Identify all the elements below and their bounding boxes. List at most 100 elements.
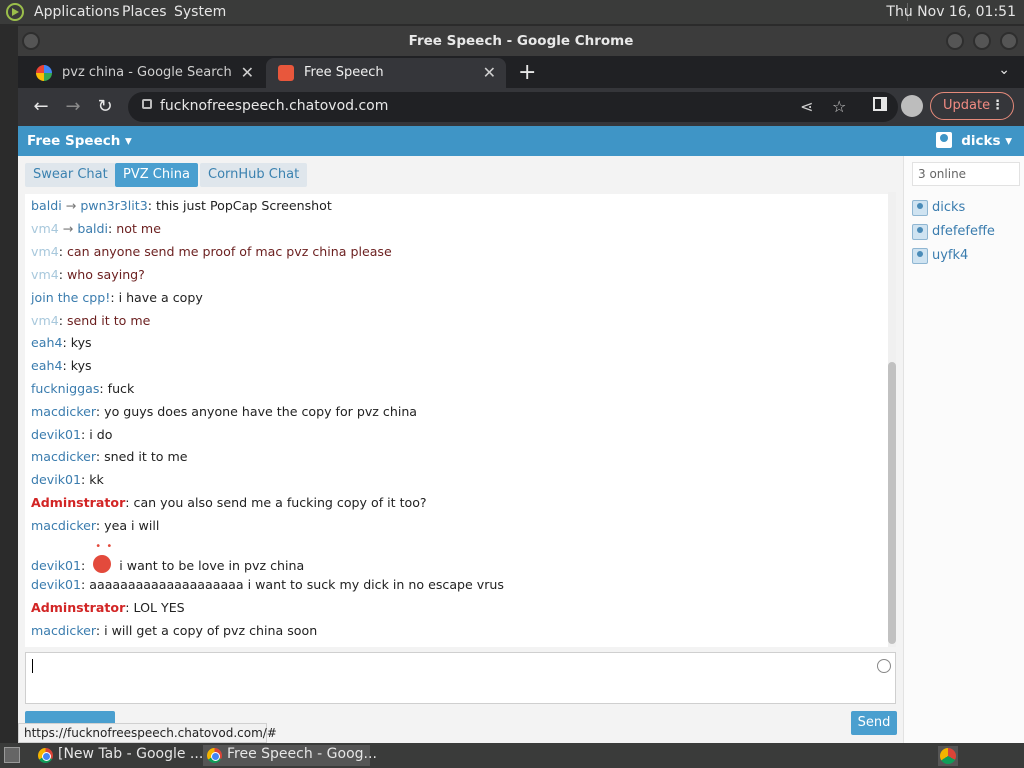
message: macdicker: i will get a copy of pvz chin… <box>31 623 318 638</box>
message-author[interactable]: devik01 <box>31 427 81 442</box>
message-author[interactable]: eah4 <box>31 335 62 350</box>
panel-clock[interactable]: Thu Nov 16, 01:51 <box>886 4 1016 20</box>
close-tab-icon[interactable]: ✕ <box>241 63 254 82</box>
new-tab-icon[interactable]: + <box>518 60 536 85</box>
tab-search-chevron-icon[interactable]: ⌄ <box>998 62 1010 78</box>
link-status-bubble: https://fucknofreespeech.chatovod.com/# <box>18 723 277 743</box>
tray-chrome-icon[interactable] <box>938 746 958 766</box>
message: baldi → pwn3r3lit3: this just PopCap Scr… <box>31 198 332 213</box>
message-author[interactable]: fuckniggas <box>31 381 99 396</box>
message-text: LOL YES <box>133 600 185 615</box>
update-label: Update <box>943 98 991 113</box>
side-panel-icon[interactable] <box>873 97 887 111</box>
close-window-icon[interactable] <box>1000 32 1018 50</box>
taskbar-item-free-speech[interactable]: Free Speech - Goog... <box>203 745 377 766</box>
text-caret <box>32 659 33 673</box>
message-author[interactable]: vm4 <box>31 221 59 236</box>
message-author[interactable]: macdicker <box>31 404 96 419</box>
update-button[interactable]: Update ⋮ <box>930 92 1014 120</box>
message: vm4 → baldi: not me <box>31 221 161 236</box>
window-menu-icon[interactable] <box>22 32 40 50</box>
message-recipient[interactable]: pwn3r3lit3 <box>80 198 147 213</box>
window-title: Free Speech - Google Chrome <box>408 33 634 49</box>
minimize-icon[interactable] <box>946 32 964 50</box>
message-author[interactable]: devik01 <box>31 558 81 573</box>
message-text: this just PopCap Screenshot <box>156 198 332 213</box>
forward-arrow-icon[interactable]: → <box>62 96 84 117</box>
message-author[interactable]: baldi <box>31 198 62 213</box>
message-author[interactable]: devik01 <box>31 472 81 487</box>
message-text: i want to be love in pvz china <box>119 558 305 573</box>
scrollbar-thumb[interactable] <box>888 362 896 644</box>
back-arrow-icon[interactable]: ← <box>30 96 52 117</box>
message: fuckniggas: fuck <box>31 381 135 396</box>
message: macdicker: yo guys does anyone have the … <box>31 404 418 419</box>
kebab-menu-icon[interactable]: ⋮ <box>991 93 1004 119</box>
message: devik01: i want to be love in pvz china <box>31 541 305 573</box>
message: join the cpp!: i have a copy <box>31 290 203 305</box>
site-brand-menu[interactable]: Free Speech ▾ <box>27 133 132 149</box>
google-icon <box>36 65 52 81</box>
chatovod-icon <box>278 65 294 81</box>
address-url[interactable]: fucknofreespeech.chatovod.com <box>160 98 388 114</box>
close-tab-icon[interactable]: ✕ <box>483 63 496 82</box>
arrow-icon: → <box>65 198 77 213</box>
room-tab-cornhub-chat[interactable]: CornHub Chat <box>200 163 308 187</box>
message-author[interactable]: eah4 <box>31 358 62 373</box>
room-tab-swear-chat[interactable]: Swear Chat <box>25 163 116 187</box>
maximize-icon[interactable] <box>973 32 991 50</box>
reload-icon[interactable]: ↻ <box>94 96 116 117</box>
tab-free-speech[interactable]: Free Speech ✕ <box>266 58 506 88</box>
message-author[interactable]: Adminstrator <box>31 600 125 615</box>
menu-places[interactable]: Places <box>122 4 167 20</box>
message-text: fuck <box>107 381 135 396</box>
message-text: yo guys does anyone have the copy for pv… <box>104 404 418 419</box>
profile-avatar-icon[interactable] <box>901 95 923 117</box>
menu-system[interactable]: System <box>174 4 226 20</box>
taskbar-item-new-tab[interactable]: [New Tab - Google ... <box>34 745 203 766</box>
message-author[interactable]: vm4 <box>31 267 59 282</box>
share-icon[interactable]: ⋖ <box>800 97 813 116</box>
message-author[interactable]: macdicker <box>31 449 96 464</box>
message-author[interactable]: vm4 <box>31 244 59 259</box>
user-menu[interactable]: dicks ▾ <box>961 133 1012 149</box>
message-recipient[interactable]: baldi <box>77 221 108 236</box>
user-name[interactable]: dfefefeffe <box>932 224 995 239</box>
message-author[interactable]: Adminstrator <box>31 495 125 510</box>
message-author[interactable]: devik01 <box>31 577 81 592</box>
message: devik01: kk <box>31 472 104 487</box>
message-text: can anyone send me proof of mac pvz chin… <box>66 244 392 259</box>
show-desktop-icon[interactable] <box>4 747 20 763</box>
user-name[interactable]: dicks <box>932 200 965 215</box>
message-text: kys <box>70 335 92 350</box>
desktop-taskbar: [New Tab - Google ... Free Speech - Goog… <box>0 743 1024 768</box>
users-pane: 3 online dicks dfefefeffe uyfk4 <box>903 156 1024 743</box>
message-scrollbar[interactable] <box>888 192 896 647</box>
room-tab-pvz-china[interactable]: PVZ China <box>115 163 198 187</box>
message: eah4: kys <box>31 358 92 373</box>
message: Adminstrator: LOL YES <box>31 600 185 615</box>
tab-google-search[interactable]: pvz china - Google Search ✕ <box>24 58 264 88</box>
user-name[interactable]: uyfk4 <box>932 248 968 263</box>
emoji-picker-icon[interactable] <box>877 659 891 673</box>
message: vm4: can anyone send me proof of mac pvz… <box>31 244 392 259</box>
send-button[interactable]: Send <box>851 711 897 735</box>
message: Adminstrator: can you also send me a fuc… <box>31 495 427 510</box>
message-author[interactable]: macdicker <box>31 623 96 638</box>
message-author[interactable]: macdicker <box>31 518 96 533</box>
address-bar[interactable]: fucknofreespeech.chatovod.com ⋖ ☆ <box>128 92 898 122</box>
message-author[interactable]: join the cpp! <box>31 290 110 305</box>
bookmark-star-icon[interactable]: ☆ <box>832 97 846 116</box>
arrow-icon: → <box>62 221 74 236</box>
menu-applications[interactable]: Applications <box>34 4 120 20</box>
message-text: i have a copy <box>118 290 203 305</box>
lock-icon[interactable] <box>142 99 152 109</box>
message-author[interactable]: vm4 <box>31 313 59 328</box>
message-input[interactable] <box>25 652 896 704</box>
message-text: can you also send me a fucking copy of i… <box>133 495 427 510</box>
distro-logo-icon[interactable] <box>6 3 24 21</box>
message: vm4: send it to me <box>31 313 151 328</box>
window-titlebar[interactable]: Free Speech - Google Chrome <box>18 26 1024 56</box>
message: eah4: kys <box>31 335 92 350</box>
message: devik01: i do <box>31 427 113 442</box>
